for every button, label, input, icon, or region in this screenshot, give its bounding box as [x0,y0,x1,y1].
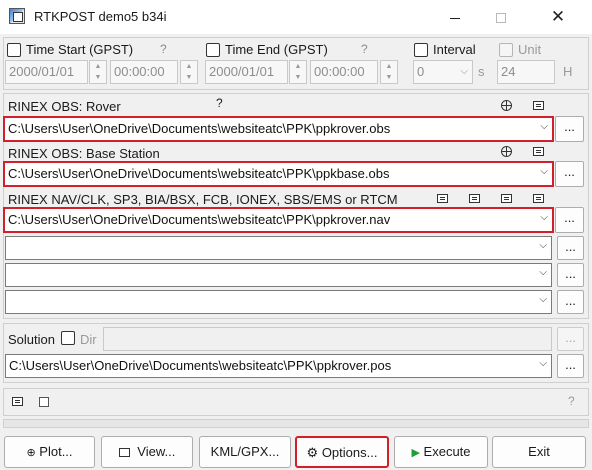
extra-input-path-2[interactable]: ⌵ [5,263,552,287]
extra-input-path-3[interactable]: ⌵ [5,290,552,314]
minimize-icon [450,17,460,19]
close-button[interactable]: ✕ [524,0,592,34]
time-end-time-spinner[interactable]: ▲ ▼ [380,60,398,84]
execute-button-label: Execute [423,444,471,459]
nav-path[interactable]: C:\Users\User\OneDrive\Documents\website… [3,207,554,233]
chevron-down-icon[interactable]: ⌵ [539,358,547,369]
time-start-time-field[interactable]: 00:00:00 [110,60,178,84]
minimize-button[interactable] [432,0,478,34]
chevron-down-icon[interactable]: ⌵ [539,294,547,305]
nav-view-file-icon-4[interactable] [533,194,544,203]
base-obs-path[interactable]: C:\Users\User\OneDrive\Documents\website… [3,161,554,187]
status-panel [3,388,589,416]
interval-value: 0 [417,64,425,79]
unit-checkbox[interactable] [499,43,513,57]
plot-button[interactable]: ⊕ Plot... [4,436,95,468]
solution-dir-checkbox[interactable] [61,331,75,345]
time-start-checkbox[interactable] [7,43,21,57]
time-end-checkbox[interactable] [206,43,220,57]
progress-bar [3,419,589,428]
base-browse-button[interactable]: ... [555,161,584,187]
solution-path-text: C:\Users\User\OneDrive\Documents\website… [9,358,392,373]
nav-view-file-icon-3[interactable] [501,194,512,203]
maximize-button[interactable] [478,0,524,34]
rover-obs-path[interactable]: C:\Users\User\OneDrive\Documents\website… [3,116,554,142]
interval-label: Interval [433,42,476,57]
unit-label: Unit [518,42,542,57]
view-button-label: View... [137,444,176,459]
nav-label: RINEX NAV/CLK, SP3, BIA/BSX, FCB, IONEX,… [8,192,398,207]
extra-input-browse-3[interactable]: ... [557,290,584,314]
nav-view-file-icon-1[interactable] [437,194,448,203]
view-log-icon[interactable] [12,397,23,406]
options-button[interactable]: ⚙ Options... [295,436,389,468]
interval-select[interactable]: 0 ⌵ [413,60,473,84]
time-start-label: Time Start (GPST) [26,42,134,57]
chevron-down-icon[interactable]: ⌵ [540,121,548,132]
chevron-down-icon[interactable]: ⌵ [539,267,547,278]
rover-obs-path-text: C:\Users\User\OneDrive\Documents\website… [8,121,391,136]
extra-input-browse-1[interactable]: ... [557,236,584,260]
view-icon [118,448,130,458]
exit-button[interactable]: Exit [492,436,586,468]
options-state-icon[interactable] [39,397,49,407]
solution-label: Solution [8,332,55,347]
rover-view-file-icon[interactable] [533,101,544,110]
time-end-date-spinner[interactable]: ▲ ▼ [289,60,307,84]
title-bar: RTKPOST demo5 b34i ✕ [0,0,592,34]
solution-dir-field[interactable] [103,327,552,351]
gear-icon: ⚙ [306,445,319,460]
chevron-down-icon[interactable]: ⌵ [540,166,548,177]
chevron-down-icon[interactable]: ⌵ [539,240,547,251]
unit-hour-label: H [563,64,573,79]
plot-icon: ⊕ [26,447,36,459]
plot-button-label: Plot... [39,444,73,459]
kml-gpx-button[interactable]: KML/GPX... [199,436,291,468]
extra-input-path-1[interactable]: ⌵ [5,236,552,260]
time-start-date-field[interactable]: 2000/01/01 [5,60,88,84]
interval-unit-label: s [478,64,485,79]
status-help[interactable]: ? [568,394,575,408]
time-start-date-spinner[interactable]: ▲ ▼ [89,60,107,84]
solution-dir-label: Dir [80,332,97,347]
window-title: RTKPOST demo5 b34i [34,9,167,24]
maximize-icon [496,13,506,24]
nav-browse-button[interactable]: ... [555,207,584,233]
time-end-label: Time End (GPST) [225,42,328,57]
execute-button[interactable]: ▶ Execute [394,436,488,468]
time-start-help[interactable]: ? [160,42,167,56]
interval-checkbox[interactable] [414,43,428,57]
chevron-down-icon: ⌵ [460,66,468,77]
view-button[interactable]: View... [101,436,193,468]
rover-obs-label: RINEX OBS: Rover [8,99,121,114]
solution-dir-browse-button[interactable]: ... [557,327,584,351]
extra-input-browse-2[interactable]: ... [557,263,584,287]
exit-button-label: Exit [528,444,550,459]
play-icon: ▶ [411,447,420,459]
nav-path-text: C:\Users\User\OneDrive\Documents\website… [8,212,391,227]
time-end-time-field[interactable]: 00:00:00 [310,60,378,84]
solution-browse-button[interactable]: ... [557,354,584,378]
unit-field[interactable]: 24 [497,60,555,84]
solution-path[interactable]: C:\Users\User\OneDrive\Documents\website… [5,354,552,378]
base-map-icon[interactable] [501,146,512,157]
nav-view-file-icon-2[interactable] [469,194,480,203]
kml-gpx-button-label: KML/GPX... [210,444,280,459]
app-icon [9,8,25,24]
options-button-label: Options... [321,445,378,460]
rover-browse-button[interactable]: ... [555,116,584,142]
rover-help[interactable]: ? [216,96,223,110]
base-view-file-icon[interactable] [533,147,544,156]
time-end-help[interactable]: ? [361,42,368,56]
chevron-down-icon[interactable]: ⌵ [540,212,548,223]
rover-map-icon[interactable] [501,100,512,111]
time-start-time-spinner[interactable]: ▲ ▼ [180,60,198,84]
base-obs-label: RINEX OBS: Base Station [8,146,160,161]
time-end-date-field[interactable]: 2000/01/01 [205,60,288,84]
base-obs-path-text: C:\Users\User\OneDrive\Documents\website… [8,166,390,181]
